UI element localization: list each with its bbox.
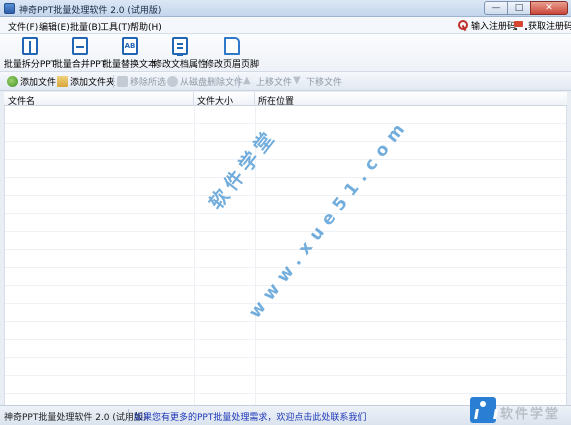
move-down-label: 下移文件 [306,78,343,88]
get-register-code-button[interactable]: 获取注册码 [513,19,571,32]
title-bar: 神奇PPT批量处理软件 2.0 (试用版) — □ ✕ [0,0,571,17]
move-up-label: 上移文件 [256,78,293,88]
app-icon [4,3,15,14]
split-ppt-button[interactable]: 批量拆分PPT [3,36,57,70]
split-doc-icon [22,37,38,55]
status-app-name: 神奇PPT批量处理软件 2.0 (试用版) [4,413,147,423]
main-toolbar: 批量拆分PPT 批量合并PPT AB 批量替换文本 修改文档属性 修改页眉页脚 [0,34,571,72]
toolbar-separator [238,75,239,88]
menu-help[interactable]: 帮助(H) [130,20,162,33]
brand-logo-icon [470,397,496,423]
add-folder-label: 添加文件夹 [70,78,116,88]
status-divider [128,409,129,422]
delete-from-disk-button[interactable]: 从磁盘删除文件 [167,75,243,88]
header-footer-label: 修改页眉页脚 [205,60,260,70]
merge-doc-icon [72,37,88,55]
column-divider[interactable] [254,92,255,106]
add-file-button[interactable]: 添加文件 [7,75,56,88]
delete-from-disk-label: 从磁盘删除文件 [180,78,244,88]
row-grid-line [5,123,566,124]
row-grid-line [5,159,566,160]
replace-text-icon: AB [122,37,138,55]
row-grid-line [5,303,566,304]
contact-us-link[interactable]: 如果您有更多的PPT批量处理需求，欢迎点击此处联系我们 [134,410,366,423]
close-button[interactable]: ✕ [530,1,568,15]
menu-file[interactable]: 文件(F) [8,20,38,33]
row-grid-line [5,375,566,376]
get-register-code-label: 获取注册码 [528,22,571,32]
row-grid-line [5,213,566,214]
corner-watermark-logo: 软件学堂 [470,395,571,425]
row-grid-line [5,177,566,178]
file-list-header: 文件名 文件大小 所在位置 [4,92,567,107]
arrow-up-icon [243,75,254,87]
column-divider[interactable] [193,92,194,106]
enter-register-code-label: 输入注册码 [471,22,517,32]
file-list[interactable] [4,106,567,405]
column-grid-line [194,106,195,405]
row-grid-line [5,141,566,142]
window-title: 神奇PPT批量处理软件 2.0 (试用版) [19,6,162,16]
remove-selected-button[interactable]: 移除所选 [117,75,166,88]
add-file-icon [7,76,18,87]
row-grid-line [5,267,566,268]
column-grid-line [255,106,256,405]
split-ppt-label: 批量拆分PPT [3,60,57,70]
delete-icon [167,76,178,87]
enter-register-code-button[interactable]: 输入注册码 [458,19,516,32]
menu-tools[interactable]: 工具(T) [100,20,131,33]
header-footer-button[interactable]: 修改页眉页脚 [205,36,260,70]
row-grid-line [5,195,566,196]
merge-ppt-label: 批量合并PPT [53,60,107,70]
folder-icon [57,76,68,87]
row-grid-line [5,285,566,286]
menu-edit[interactable]: 编辑(E) [39,20,70,33]
replace-text-label: 批量替换文本 [103,60,158,70]
action-bar: 添加文件 添加文件夹 移除所选 从磁盘删除文件 上移文件 下移文件 [0,72,571,91]
row-grid-line [5,393,566,394]
row-grid-line [5,357,566,358]
row-grid-line [5,321,566,322]
header-footer-icon [224,37,240,55]
doc-properties-icon [172,37,188,56]
remove-selected-label: 移除所选 [130,78,167,88]
menu-batch[interactable]: 批量(B) [70,20,101,33]
corner-brand-text: 软件学堂 [500,407,561,422]
move-up-button[interactable]: 上移文件 [243,75,292,88]
menu-bar: 文件(F) 编辑(E) 批量(B) 工具(T) 帮助(H) 输入注册码 获取注册… [0,17,571,34]
arrow-down-icon [293,75,304,87]
key-icon [458,20,468,31]
add-folder-button[interactable]: 添加文件夹 [57,75,115,88]
row-grid-line [5,231,566,232]
move-down-button[interactable]: 下移文件 [293,75,342,88]
doc-properties-button[interactable]: 修改文档属性 [153,36,208,70]
minimize-button[interactable]: — [484,1,508,15]
merge-ppt-button[interactable]: 批量合并PPT [53,36,107,70]
doc-properties-label: 修改文档属性 [153,60,208,70]
window-controls: — □ ✕ [484,1,568,16]
add-file-label: 添加文件 [20,78,57,88]
cart-icon [513,20,527,31]
remove-icon [117,76,128,87]
replace-text-button[interactable]: AB 批量替换文本 [103,36,158,70]
toolbar-separator [113,75,114,88]
row-grid-line [5,249,566,250]
row-grid-line [5,339,566,340]
maximize-button[interactable]: □ [507,1,531,15]
